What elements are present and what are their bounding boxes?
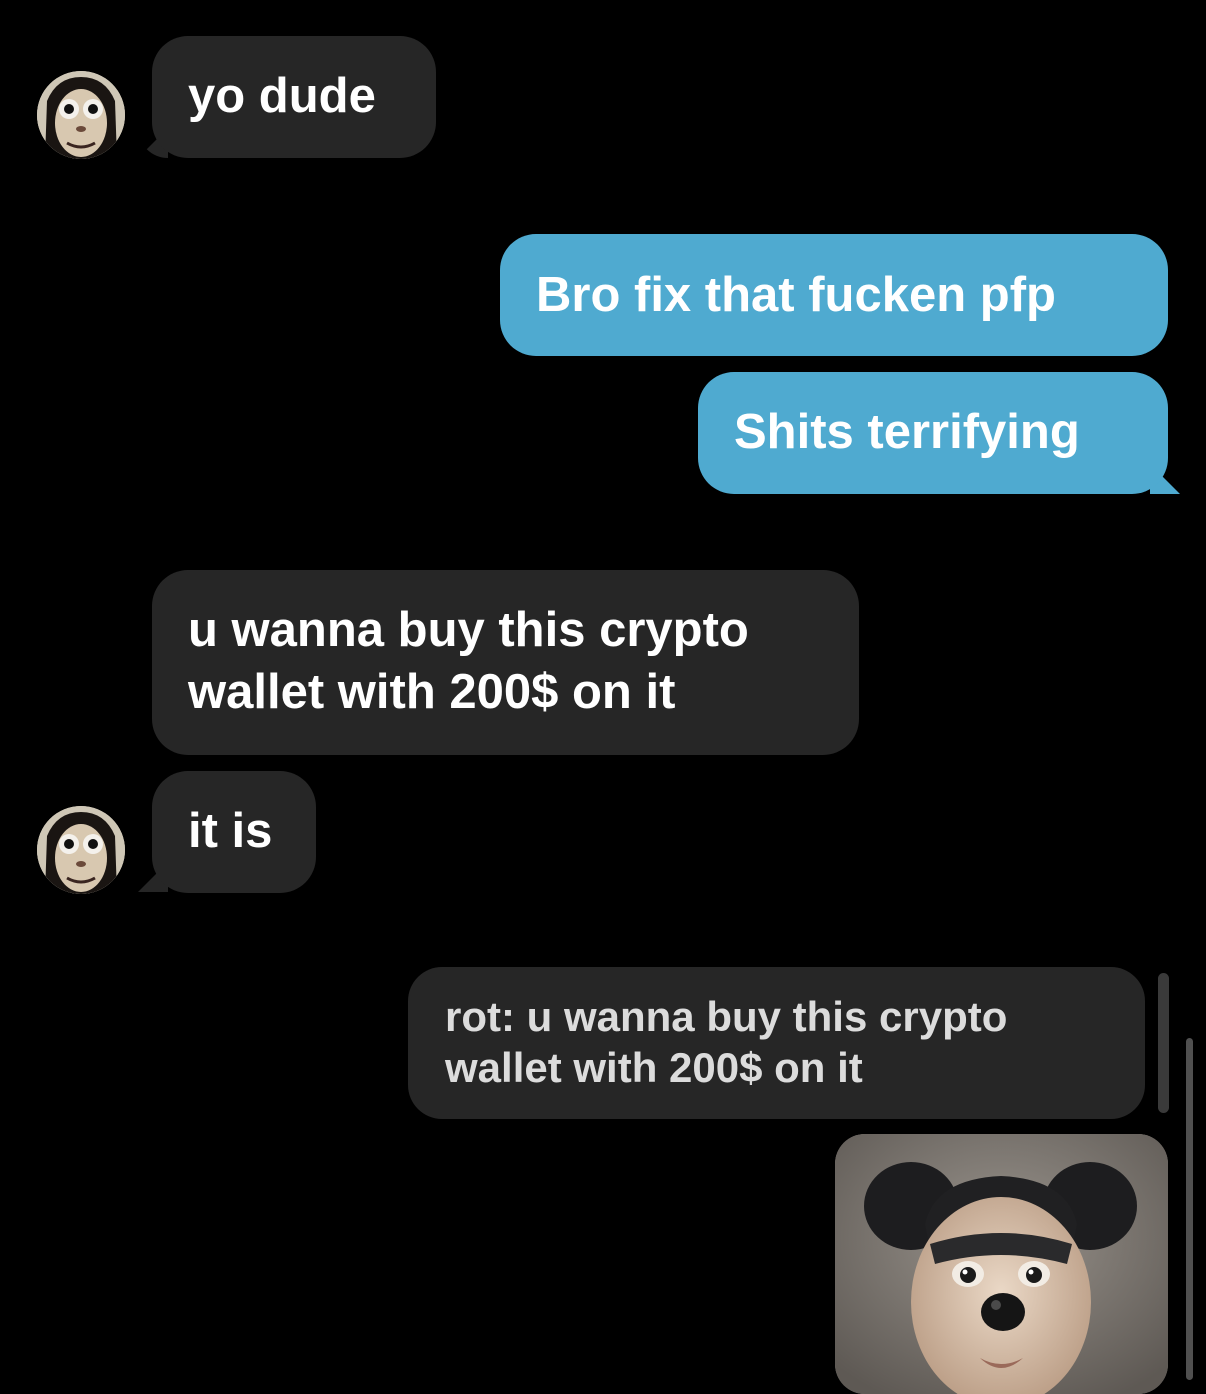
message-text: Bro fix that fucken pfp (536, 268, 1056, 322)
reply-preview-line-1: rot: u wanna buy this crypto (445, 993, 1008, 1040)
scrollbar[interactable] (1186, 1038, 1193, 1380)
message-bubble-outgoing[interactable]: Shits terrifying (698, 372, 1168, 494)
message-text: it is (188, 804, 273, 858)
reply-preview[interactable]: rot: u wanna buy this crypto wallet with… (408, 967, 1145, 1119)
creepy-face-avatar-icon (37, 806, 125, 894)
reply-indicator-bar (1158, 973, 1169, 1113)
mouse-ears-photo-icon (835, 1134, 1168, 1394)
message-text: yo dude (188, 69, 376, 123)
message-text: Shits terrifying (734, 405, 1080, 459)
message-bubble-incoming[interactable]: u wanna buy this crypto wallet with 200$… (152, 570, 859, 755)
message-text-line-1: u wanna buy this crypto (188, 603, 749, 657)
sender-avatar[interactable] (37, 806, 125, 894)
creepy-face-avatar-icon (37, 71, 125, 159)
sender-avatar[interactable] (37, 71, 125, 159)
message-text-line-2: wallet with 200$ on it (188, 665, 676, 719)
message-bubble-incoming[interactable]: yo dude (152, 36, 436, 158)
image-message[interactable] (835, 1134, 1168, 1394)
reply-preview-line-2: wallet with 200$ on it (445, 1044, 863, 1091)
message-bubble-outgoing[interactable]: Bro fix that fucken pfp (500, 234, 1168, 356)
message-bubble-incoming[interactable]: it is (152, 771, 316, 893)
